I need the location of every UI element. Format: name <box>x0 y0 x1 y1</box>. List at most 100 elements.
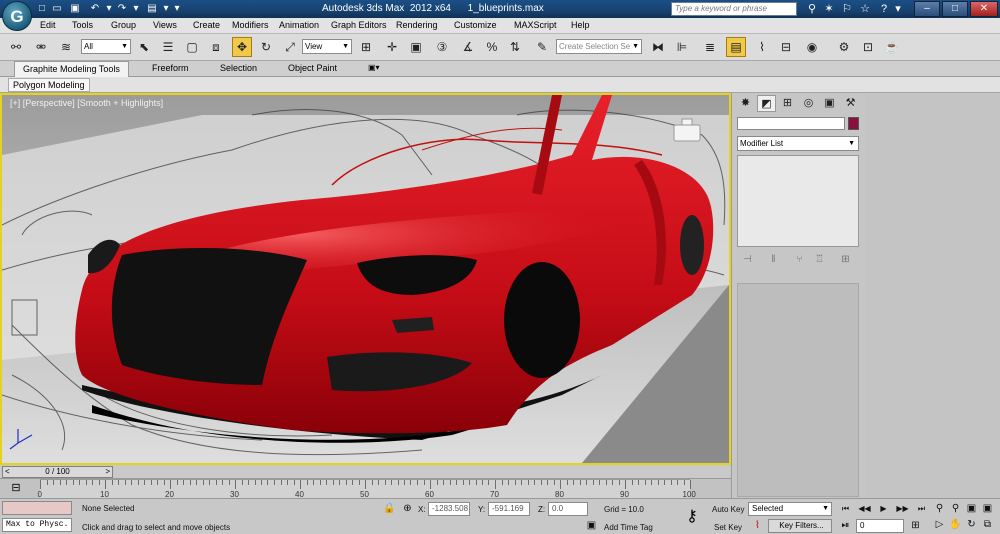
hierarchy-tab-icon[interactable]: ⊞ <box>778 95 797 112</box>
graphite-toggle-icon[interactable]: ▤ <box>726 37 746 57</box>
ribbon-tab-freeform[interactable]: Freeform <box>144 61 197 77</box>
select-and-rotate-icon[interactable]: ↻ <box>256 37 276 57</box>
modifier-list-dropdown[interactable]: Modifier List ▼ <box>737 136 859 151</box>
show-end-result-icon[interactable]: ‖ <box>766 253 781 266</box>
bind-space-warp-icon[interactable]: ≋ <box>56 37 76 57</box>
add-time-tag-button[interactable]: Add Time Tag <box>604 523 653 532</box>
modify-tab-icon[interactable]: ◩ <box>757 95 776 112</box>
remove-modifier-icon[interactable]: ♖ <box>812 253 827 266</box>
next-frame-icon[interactable]: ▶▶ <box>895 502 910 516</box>
menu-help[interactable]: Help <box>571 20 590 30</box>
help-icon[interactable]: ? <box>877 2 891 16</box>
ribbon-options-icon[interactable]: ▣▾ <box>368 63 380 72</box>
create-tab-icon[interactable]: ✸ <box>736 95 755 112</box>
percent-snap-icon[interactable]: % <box>482 37 502 57</box>
current-frame-field[interactable]: 0 <box>856 519 904 533</box>
edit-named-selection-icon[interactable]: ✎ <box>532 37 552 57</box>
y-coordinate-field[interactable]: -591.169 <box>488 502 530 516</box>
keyboard-shortcut-override-icon[interactable]: ▣ <box>406 37 426 57</box>
zoom-extents-icon[interactable]: ▣ <box>964 502 979 516</box>
render-production-icon[interactable]: ☕ <box>882 37 902 57</box>
curve-key-icon[interactable]: ⌇ <box>750 519 765 533</box>
menu-group[interactable]: Group <box>111 20 136 30</box>
configure-modifier-sets-icon[interactable]: ⊞ <box>838 253 853 266</box>
goto-end-icon[interactable]: ⏭ <box>914 502 929 516</box>
quick-access-redo-dropdown-icon[interactable]: ▾ <box>129 2 143 16</box>
object-name-field[interactable] <box>737 117 845 130</box>
quick-access-project-folder-icon[interactable]: ▾ <box>170 2 184 16</box>
select-and-manipulate-icon[interactable]: ✛ <box>382 37 402 57</box>
goto-start-icon[interactable]: ⏮ <box>838 502 853 516</box>
pivot-center-icon[interactable]: ⊞ <box>356 37 376 57</box>
prev-frame-arrow[interactable]: < <box>5 467 10 477</box>
render-setup-icon[interactable]: ⚙ <box>834 37 854 57</box>
reference-coord-dropdown[interactable]: View ▼ <box>302 39 352 54</box>
mirror-icon[interactable]: ⧓ <box>648 37 668 57</box>
rendered-frame-icon[interactable]: ⊡ <box>858 37 878 57</box>
menu-create[interactable]: Create <box>193 20 220 30</box>
play-icon[interactable]: ▶ <box>876 502 891 516</box>
ribbon-tab-graphite-modeling-tools[interactable]: Graphite Modeling Tools <box>14 61 129 77</box>
maxscript-listener-top[interactable] <box>2 501 72 515</box>
display-tab-icon[interactable]: ▣ <box>820 95 839 112</box>
menu-modifiers[interactable]: Modifiers <box>232 20 269 30</box>
zoom-icon[interactable]: ⚲ <box>932 502 947 516</box>
schematic-view-icon[interactable]: ⊟ <box>776 37 796 57</box>
prev-frame-icon[interactable]: ◀◀ <box>857 502 872 516</box>
pin-stack-icon[interactable]: ⊣ <box>740 253 755 266</box>
menu-views[interactable]: Views <box>153 20 177 30</box>
quick-access-hold-icon[interactable]: ▤ <box>145 2 159 16</box>
absolute-mode-icon[interactable]: ⊕ <box>400 502 415 516</box>
angle-snap-icon[interactable]: ∡ <box>458 37 478 57</box>
next-frame-arrow[interactable]: > <box>105 467 110 477</box>
unlink-selection-icon[interactable]: ⚮ <box>31 37 51 57</box>
binoculars-icon[interactable]: ⚲ <box>805 2 819 16</box>
menu-rendering[interactable]: Rendering <box>396 20 438 30</box>
zoom-extents-all-icon[interactable]: ▣ <box>980 502 995 516</box>
mini-curve-editor-icon[interactable]: ⊟ <box>4 481 28 496</box>
quick-access-open-file-icon[interactable]: ▭ <box>50 2 64 16</box>
maxscript-listener-input[interactable]: Max to Physc. <box>2 518 72 532</box>
select-and-scale-icon[interactable]: ⤢ <box>280 37 300 57</box>
application-button-icon[interactable]: G <box>2 1 32 31</box>
quick-access-save-icon[interactable]: ▣ <box>68 2 82 16</box>
named-selection-input[interactable]: Create Selection Se ▼ <box>556 39 642 54</box>
selection-lock-icon[interactable]: 🔒 <box>382 502 397 516</box>
close-icon[interactable]: ✕ <box>970 1 998 17</box>
maximize-viewport-icon[interactable]: ⧉ <box>980 518 995 532</box>
subscription-icon[interactable]: ✶ <box>822 2 836 16</box>
make-unique-icon[interactable]: ⑂ <box>792 253 807 266</box>
perspective-viewport[interactable]: [+] [Perspective] [Smooth + Highlights] <box>0 93 731 465</box>
quick-access-new-file-icon[interactable]: □ <box>35 2 49 16</box>
viewport-label[interactable]: [+] [Perspective] [Smooth + Highlights] <box>10 98 163 108</box>
quick-access-undo-icon[interactable]: ↶ <box>88 2 102 16</box>
help-dropdown-icon[interactable]: ▾ <box>891 2 905 16</box>
menu-animation[interactable]: Animation <box>279 20 319 30</box>
menu-graph-editors[interactable]: Graph Editors <box>331 20 387 30</box>
set-key-big-icon[interactable]: ⚷ <box>678 503 706 531</box>
align-icon[interactable]: ⊫ <box>672 37 692 57</box>
favorites-icon[interactable]: ☆ <box>858 2 872 16</box>
ribbon-tab-object-paint[interactable]: Object Paint <box>280 61 345 77</box>
layer-manager-icon[interactable]: ≣ <box>700 37 720 57</box>
ribbon-tab-selection[interactable]: Selection <box>212 61 265 77</box>
field-of-view-icon[interactable]: ▷ <box>932 518 947 532</box>
orbit-icon[interactable]: ↻ <box>964 518 979 532</box>
spinner-snap-icon[interactable]: ⇅ <box>505 37 525 57</box>
select-by-name-icon[interactable]: ☰ <box>158 37 178 57</box>
select-and-move-icon[interactable]: ✥ <box>232 37 252 57</box>
search-input[interactable]: Type a keyword or phrase <box>671 2 797 16</box>
track-bar[interactable]: ⊟ 0 10 20 30 40 50 60 70 80 90 100 <box>0 479 731 499</box>
communication-icon[interactable]: ⚐ <box>840 2 854 16</box>
motion-tab-icon[interactable]: ◎ <box>799 95 818 112</box>
z-coordinate-field[interactable]: 0.0 <box>548 502 588 516</box>
menu-edit[interactable]: Edit <box>40 20 56 30</box>
maximize-icon[interactable]: □ <box>942 1 968 17</box>
time-tag-icon[interactable]: ▣ <box>584 519 599 533</box>
key-mode-toggle-icon[interactable]: ⏯ <box>838 519 853 533</box>
quick-access-undo-dropdown-icon[interactable]: ▾ <box>102 2 116 16</box>
rectangular-selection-icon[interactable]: ▢ <box>182 37 202 57</box>
time-slider[interactable]: < 0 / 100 > <box>0 465 731 479</box>
object-color-swatch[interactable] <box>848 117 859 130</box>
x-coordinate-field[interactable]: -1283.508 <box>428 502 470 516</box>
